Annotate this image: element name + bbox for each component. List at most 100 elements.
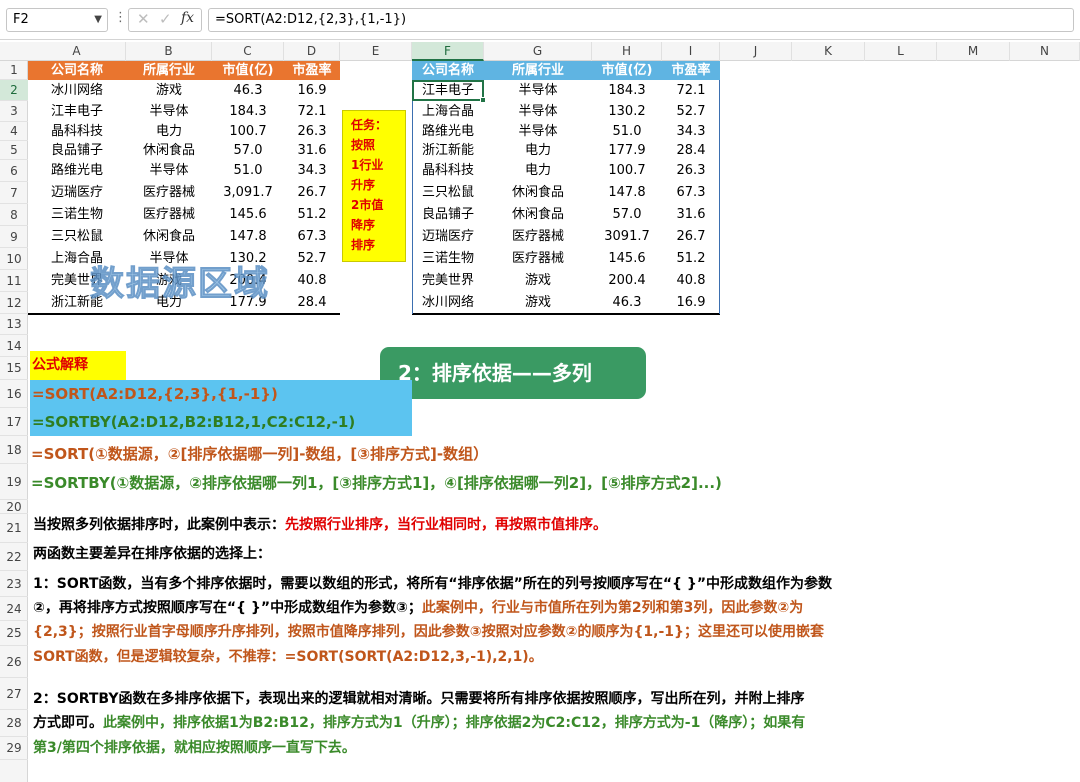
source_table-cell[interactable]: 三诺生物 [28, 204, 126, 226]
source_table-cell[interactable]: 147.8 [212, 226, 284, 248]
column-header-K[interactable]: K [792, 42, 865, 61]
column-header-C[interactable]: C [212, 42, 284, 61]
source_table-cell[interactable]: 34.3 [284, 160, 340, 182]
chevron-down-icon[interactable]: ▼ [94, 9, 102, 31]
row-header-14[interactable]: 14 [0, 335, 28, 357]
column-header-N[interactable]: N [1010, 42, 1080, 61]
row-header-13[interactable]: 13 [0, 314, 28, 335]
source_table-cell[interactable]: 医疗器械 [126, 204, 212, 226]
source_table-cell[interactable]: 26.7 [284, 182, 340, 204]
column-header-H[interactable]: H [592, 42, 662, 61]
result_table-header-cell[interactable]: 市值(亿) [592, 61, 662, 80]
source_table-header-cell[interactable]: 市盈率 [284, 61, 340, 80]
row-header-5[interactable]: 5 [0, 141, 28, 160]
row-header-18[interactable]: 18 [0, 436, 28, 464]
source_table-cell[interactable]: 57.0 [212, 141, 284, 160]
source_table-cell[interactable]: 46.3 [212, 80, 284, 101]
row-header-21[interactable]: 21 [0, 514, 28, 543]
source_table-cell[interactable]: 3,091.7 [212, 182, 284, 204]
row-header-4[interactable]: 4 [0, 122, 28, 141]
source_table-cell[interactable]: 145.6 [212, 204, 284, 226]
more-options-icon[interactable]: ⋮ [114, 10, 127, 25]
row-header-29[interactable]: 29 [0, 737, 28, 760]
source_table-cell[interactable]: 28.4 [284, 292, 340, 314]
column-header-F[interactable]: F [412, 42, 484, 61]
row-header-8[interactable]: 8 [0, 204, 28, 226]
row-header-22[interactable]: 22 [0, 543, 28, 571]
source_table-cell[interactable]: 迈瑞医疗 [28, 182, 126, 204]
confirm-icon[interactable]: ✓ [159, 10, 172, 28]
row-header-7[interactable]: 7 [0, 182, 28, 204]
source_table-cell[interactable]: 184.3 [212, 101, 284, 122]
column-header-J[interactable]: J [720, 42, 792, 61]
column-header-M[interactable]: M [937, 42, 1010, 61]
column-header-I[interactable]: I [662, 42, 720, 61]
row-header-17[interactable]: 17 [0, 408, 28, 436]
column-header-E[interactable]: E [340, 42, 412, 61]
name-box[interactable]: F2 ▼ [6, 8, 108, 32]
row-header-10[interactable]: 10 [0, 248, 28, 270]
source_table-header-cell[interactable]: 所属行业 [126, 61, 212, 80]
row-header-28[interactable]: 28 [0, 710, 28, 737]
selected-cell-F2[interactable] [412, 80, 484, 101]
source_table-cell[interactable]: 40.8 [284, 270, 340, 292]
source_table-header-cell[interactable]: 公司名称 [28, 61, 126, 80]
source_table-cell[interactable]: 31.6 [284, 141, 340, 160]
explain-title: 公式解释 [30, 351, 126, 380]
row-header-2[interactable]: 2 [0, 80, 28, 101]
source_table-cell[interactable]: 半导体 [126, 160, 212, 182]
task-note-line: 1行业 [351, 158, 384, 172]
row-header-15[interactable]: 15 [0, 357, 28, 380]
result_table-header-cell[interactable]: 市盈率 [662, 61, 720, 80]
insert-function-icon[interactable]: fx [181, 10, 194, 26]
row-header-26[interactable]: 26 [0, 646, 28, 678]
source_table-cell[interactable]: 医疗器械 [126, 182, 212, 204]
row-header-6[interactable]: 6 [0, 160, 28, 182]
formula-input[interactable]: =SORT(A2:D12,{2,3},{1,-1}) [208, 8, 1074, 32]
note-row-21: 当按照多列依据排序时，此案例中表示：先按照行业排序，当行业相同时，再按照市值排序… [33, 514, 607, 534]
source_table-cell[interactable]: 51.0 [212, 160, 284, 182]
row-header-25[interactable]: 25 [0, 621, 28, 646]
source_table-cell[interactable]: 三只松鼠 [28, 226, 126, 248]
column-header-D[interactable]: D [284, 42, 340, 61]
row-header-3[interactable]: 3 [0, 101, 28, 122]
row-header-16[interactable]: 16 [0, 380, 28, 408]
row-header-19[interactable]: 19 [0, 464, 28, 500]
source_table-cell[interactable]: 67.3 [284, 226, 340, 248]
fill-handle[interactable] [480, 97, 486, 103]
source_table-cell[interactable]: 100.7 [212, 122, 284, 141]
cancel-icon[interactable]: ✕ [137, 10, 150, 28]
row-header-bar: 1 2 3 4 5 6 7 8 9 10 11 12 13 14 15 16 17 18 19 20 21 22 23 24 2… [0, 61, 28, 782]
source_table-cell[interactable]: 电力 [126, 122, 212, 141]
row-header-23[interactable]: 23 [0, 571, 28, 597]
source_table-header-cell[interactable]: 市值(亿) [212, 61, 284, 80]
row-header-11[interactable]: 11 [0, 270, 28, 292]
source_table-cell[interactable]: 26.3 [284, 122, 340, 141]
column-header-L[interactable]: L [865, 42, 937, 61]
result_table-header-cell[interactable]: 所属行业 [484, 61, 592, 80]
source_table-cell[interactable]: 冰川网络 [28, 80, 126, 101]
source_table-cell[interactable]: 晶科科技 [28, 122, 126, 141]
column-header-A[interactable]: A [28, 42, 126, 61]
source_table-cell[interactable]: 游戏 [126, 80, 212, 101]
source_table-cell[interactable]: 51.2 [284, 204, 340, 226]
row-header-9[interactable]: 9 [0, 226, 28, 248]
note-row-27: 2：SORTBY函数在多排序依据下，表现出来的逻辑就相对清晰。只需要将所有排序依… [33, 691, 805, 707]
row-header-24[interactable]: 24 [0, 597, 28, 621]
source_table-cell[interactable]: 52.7 [284, 248, 340, 270]
source_table-cell[interactable]: 半导体 [126, 101, 212, 122]
row-header-12[interactable]: 12 [0, 292, 28, 314]
source_table-cell[interactable]: 72.1 [284, 101, 340, 122]
column-header-B[interactable]: B [126, 42, 212, 61]
row-header-27[interactable]: 27 [0, 678, 28, 710]
source_table-cell[interactable]: 路维光电 [28, 160, 126, 182]
row-header-1[interactable]: 1 [0, 61, 28, 80]
source_table-cell[interactable]: 休闲食品 [126, 226, 212, 248]
row-header-20[interactable]: 20 [0, 500, 28, 514]
source_table-cell[interactable]: 休闲食品 [126, 141, 212, 160]
result_table-header-cell[interactable]: 公司名称 [412, 61, 484, 80]
source_table-cell[interactable]: 16.9 [284, 80, 340, 101]
source_table-cell[interactable]: 江丰电子 [28, 101, 126, 122]
source_table-cell[interactable]: 良品铺子 [28, 141, 126, 160]
column-header-G[interactable]: G [484, 42, 592, 61]
